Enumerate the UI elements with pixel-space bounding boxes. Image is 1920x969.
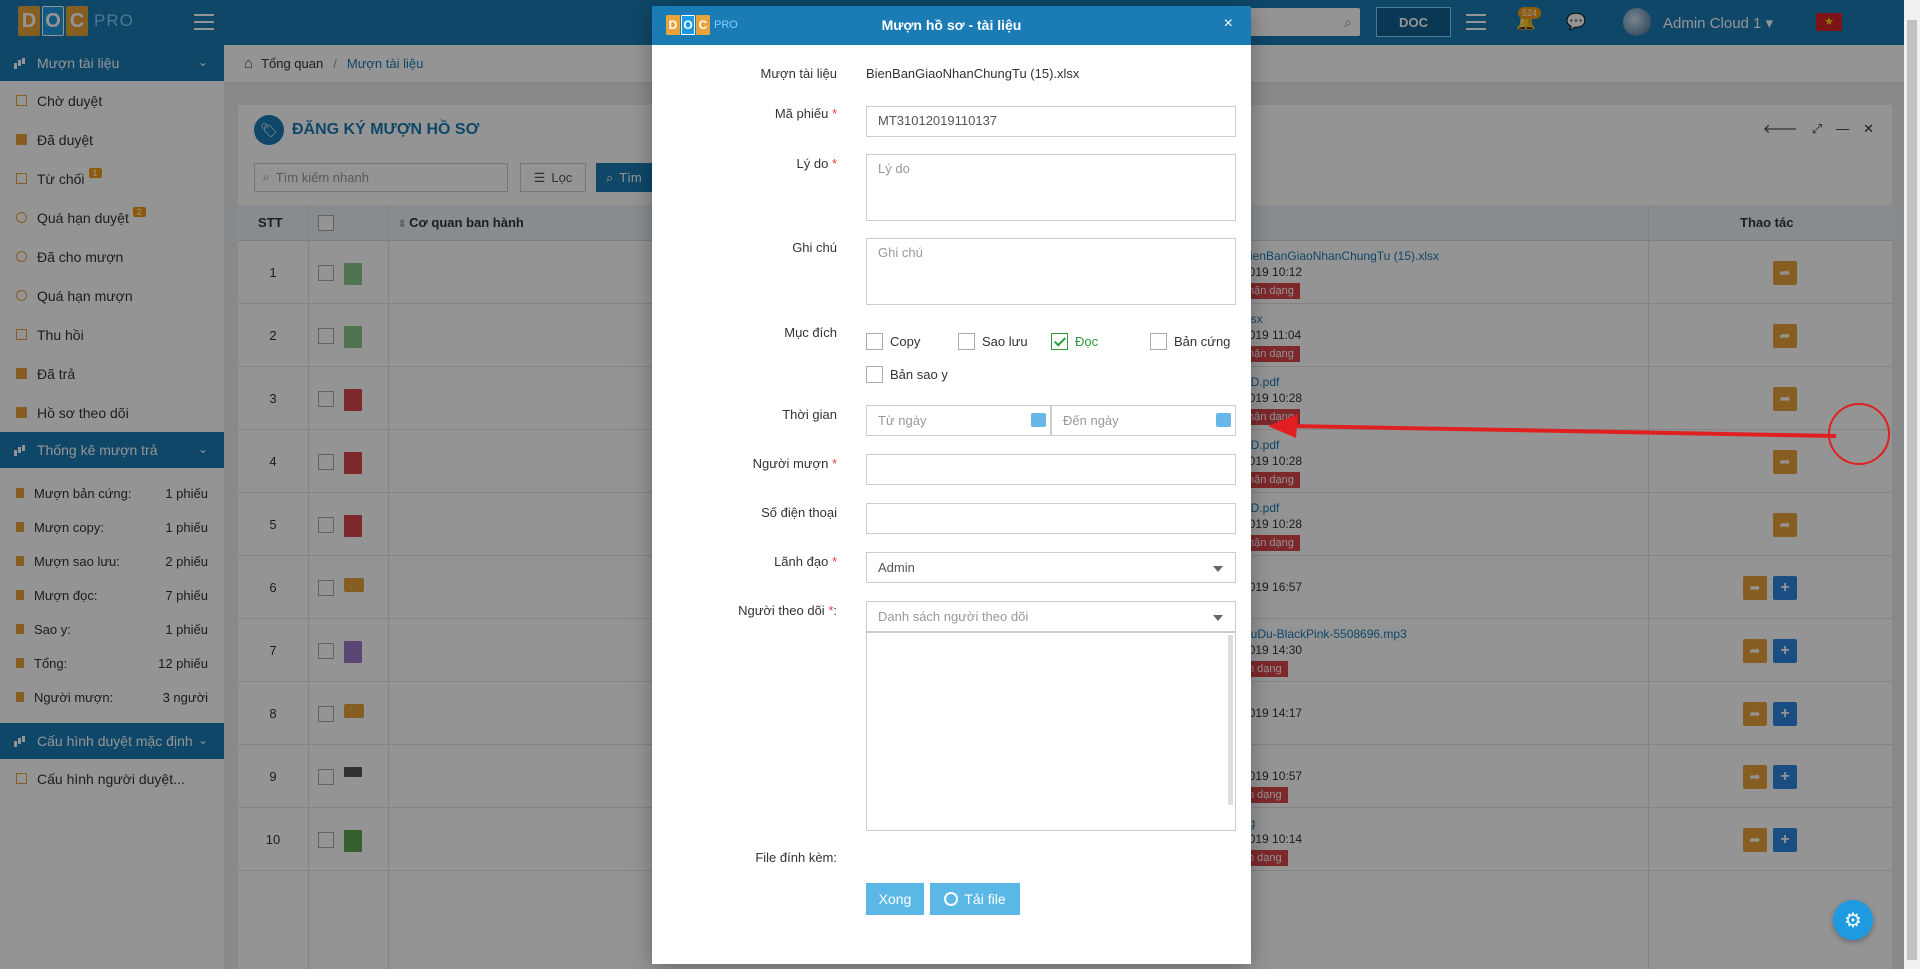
- from-date-placeholder: Từ ngày: [878, 413, 927, 428]
- modal-header: D O C PRO Mượn hồ sơ - tài liệu ×: [652, 6, 1251, 45]
- code-label-text: Mã phiếu: [774, 106, 829, 121]
- upload-label: Tải file: [964, 891, 1006, 907]
- scrollbar-thumb[interactable]: [1907, 20, 1917, 960]
- checkbox-box[interactable]: [866, 366, 883, 383]
- purpose-label: Bản cứng: [1174, 334, 1231, 349]
- attachment-label: File đính kèm:: [755, 850, 837, 865]
- phone-input[interactable]: [866, 503, 1236, 534]
- reason-label: Lý do *: [652, 156, 838, 171]
- purpose-checkbox[interactable]: Sao lưu: [958, 333, 1028, 350]
- purpose-label: Bản sao y: [890, 367, 948, 382]
- calendar-icon[interactable]: [1031, 413, 1046, 427]
- time-label: Thời gian: [782, 407, 837, 422]
- document-value: BienBanGiaoNhanChungTu (15).xlsx: [866, 66, 1080, 81]
- colon: :: [833, 603, 837, 618]
- code-input[interactable]: MT31012019110137: [866, 106, 1236, 137]
- note-label: Ghi chú: [792, 240, 837, 255]
- followers-list[interactable]: [866, 632, 1236, 831]
- to-date-placeholder: Đến ngày: [1063, 413, 1119, 428]
- reason-textarea[interactable]: Lý do: [866, 154, 1236, 221]
- to-date-input[interactable]: Đến ngày: [1051, 405, 1236, 436]
- borrower-label: Người mượn *: [652, 456, 837, 471]
- checkbox-box[interactable]: [958, 333, 975, 350]
- leader-select[interactable]: Admin: [866, 552, 1236, 583]
- code-label: Mã phiếu *: [652, 106, 837, 121]
- followers-label: Người theo dõi *:: [652, 603, 837, 618]
- purpose-checkbox[interactable]: Bản cứng: [1150, 333, 1230, 350]
- close-icon[interactable]: ×: [1224, 15, 1233, 33]
- checkbox-box[interactable]: [1051, 333, 1068, 350]
- upload-file-button[interactable]: Tải file: [930, 883, 1020, 915]
- note-textarea[interactable]: Ghi chú: [866, 238, 1236, 305]
- followers-label-text: Người theo dõi: [738, 603, 825, 618]
- settings-gear-button[interactable]: ⚙: [1833, 900, 1873, 940]
- required-mark: *: [831, 156, 837, 171]
- followers-select[interactable]: Danh sách người theo dõi: [866, 601, 1236, 632]
- borrower-input[interactable]: [866, 454, 1236, 485]
- reason-label-text: Lý do: [796, 156, 829, 171]
- upload-icon: [944, 892, 959, 906]
- purpose-checkbox[interactable]: Bản sao y: [866, 366, 948, 383]
- required-mark: *: [831, 456, 837, 471]
- purpose-checkbox[interactable]: Copy: [866, 333, 920, 350]
- purpose-checkbox[interactable]: Đọc: [1051, 333, 1098, 350]
- borrower-label-text: Người mượn: [752, 456, 829, 471]
- document-label: Mượn tài liệu: [760, 66, 837, 81]
- borrow-modal: D O C PRO Mượn hồ sơ - tài liệu × Mượn t…: [652, 6, 1251, 964]
- purpose-label: Copy: [890, 334, 921, 349]
- purpose-label: Đọc: [1075, 334, 1099, 349]
- phone-label: Số điện thoại: [761, 505, 837, 520]
- required-mark: *: [831, 554, 837, 569]
- done-button[interactable]: Xong: [866, 883, 924, 915]
- leader-label: Lãnh đạo *: [652, 554, 837, 569]
- checkbox-box[interactable]: [1150, 333, 1167, 350]
- list-scrollbar[interactable]: [1228, 635, 1233, 805]
- leader-label-text: Lãnh đạo: [774, 554, 829, 569]
- purpose-label: Mục đích: [784, 325, 837, 340]
- modal-title: Mượn hồ sơ - tài liệu: [881, 17, 1022, 33]
- from-date-input[interactable]: Từ ngày: [866, 405, 1051, 436]
- required-mark: *: [831, 106, 837, 121]
- checkbox-box[interactable]: [866, 333, 883, 350]
- page-scrollbar[interactable]: [1904, 0, 1920, 969]
- calendar-icon[interactable]: [1216, 413, 1231, 427]
- purpose-label: Sao lưu: [982, 334, 1028, 349]
